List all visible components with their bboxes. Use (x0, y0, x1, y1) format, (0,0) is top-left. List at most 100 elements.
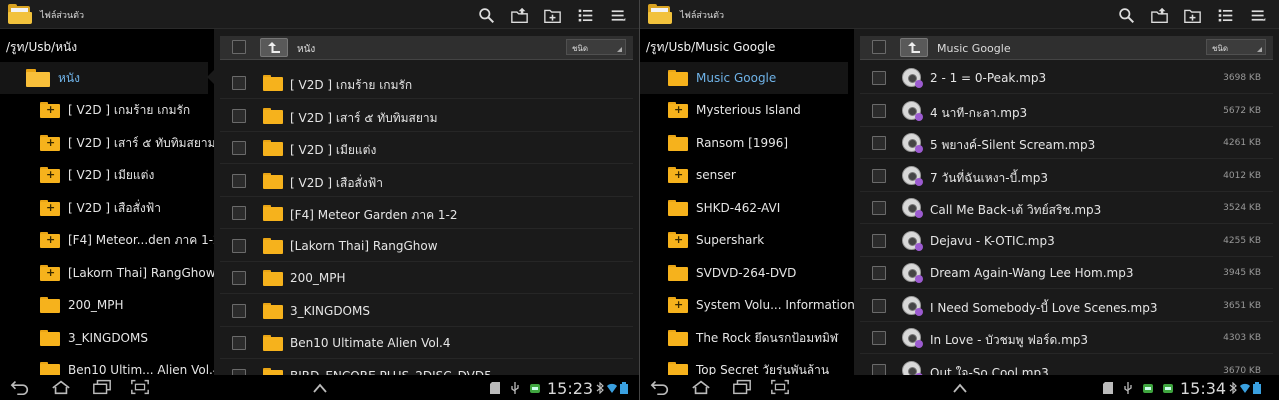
list-item[interactable]: Dejavu - K-OTIC.mp3 4255 KB (860, 225, 1273, 257)
list-item[interactable]: 3_KINGDOMS (220, 295, 633, 327)
list-item[interactable]: I Need Somebody-บี้ Love Scenes.mp3 3651… (860, 290, 1273, 322)
list-item[interactable]: 4 นาที-กะลา.mp3 5672 KB (860, 95, 1273, 127)
sd-card-icon (485, 380, 505, 396)
tree-item[interactable]: + [ V2D ] เกมร้าย เกมรัก (0, 94, 208, 126)
row-checkbox[interactable] (232, 239, 246, 253)
tree-item[interactable]: 3_KINGDOMS (0, 322, 208, 354)
folder-icon (668, 265, 688, 281)
list-item[interactable]: Call Me Back-เต้ วิทย์สริช.mp3 3524 KB (860, 192, 1273, 224)
list-view-icon[interactable] (569, 4, 602, 26)
home-icon[interactable] (687, 378, 715, 396)
list-item[interactable]: [ V2D ] เมียแต่ง (220, 132, 633, 164)
row-checkbox[interactable] (232, 76, 246, 90)
row-checkbox[interactable] (872, 169, 886, 183)
list-view-icon[interactable] (1209, 4, 1242, 26)
tree-item-label: 200_MPH (68, 298, 124, 312)
sort-dropdown[interactable]: ชนิด (566, 39, 626, 55)
row-checkbox[interactable] (872, 234, 886, 248)
tree-item[interactable]: + [ V2D ] เมียแต่ง (0, 159, 208, 191)
current-folder-name: หนัง (297, 44, 316, 55)
menu-icon[interactable] (1242, 4, 1275, 26)
tree-item[interactable]: Ransom [1996] (640, 127, 848, 159)
tree-item[interactable]: + Supershark (640, 224, 848, 256)
row-checkbox[interactable] (872, 71, 886, 85)
list-item[interactable]: [ V2D ] เสือสั่งฟ้า (220, 165, 633, 197)
tree-item[interactable]: The Rock ยึดนรกป้อมทมิฬ (640, 322, 848, 354)
row-checkbox[interactable] (872, 266, 886, 280)
list-item[interactable]: [ V2D ] เสาร์ ๕ ทับทิมสยาม (220, 100, 633, 132)
folder-plus-icon: + (40, 102, 60, 118)
sort-label: ชนิด (1212, 44, 1229, 53)
list-item[interactable]: 7 วันที่ฉันเหงา-บี้.mp3 4012 KB (860, 160, 1273, 192)
upload-to-folder-icon[interactable] (503, 4, 536, 26)
file-manager-app-icon[interactable] (8, 4, 32, 24)
list-item[interactable]: 5 พยางค์-Silent Scream.mp3 4261 KB (860, 127, 1273, 159)
tree-item[interactable]: SHKD-462-AVI (640, 192, 848, 224)
back-icon[interactable] (6, 378, 34, 396)
back-icon[interactable] (646, 378, 674, 396)
row-checkbox[interactable] (872, 136, 886, 150)
row-checkbox[interactable] (232, 141, 246, 155)
up-folder-button[interactable] (260, 38, 288, 57)
screenshot-icon[interactable] (766, 378, 794, 396)
select-all-checkbox[interactable] (872, 40, 886, 54)
tree-item[interactable]: + senser (640, 159, 848, 191)
file-list-panel: หนัง ชนิด [ V2D ] เกมร้าย เกมรัก [ V2D ]… (214, 29, 639, 392)
row-checkbox[interactable] (232, 271, 246, 285)
row-checkbox[interactable] (872, 299, 886, 313)
upload-to-folder-icon[interactable] (1143, 4, 1176, 26)
tree-item-label: [ V2D ] เสาร์ ๕ ทับทิมสยาม (68, 135, 216, 150)
file-manager-app-icon[interactable] (648, 4, 672, 24)
bluetooth-icon (595, 382, 605, 394)
tree-item[interactable]: + System Volu... Information (640, 289, 855, 321)
folder-icon (668, 135, 688, 151)
arrow-up-icon (268, 42, 280, 53)
tree-item[interactable]: 200_MPH (0, 289, 208, 321)
sort-dropdown[interactable]: ชนิด (1206, 39, 1266, 55)
chevron-up-icon[interactable] (952, 379, 968, 398)
bluetooth-icon (1228, 382, 1238, 394)
screen-left: ไฟล์ส่วนตัว /รูท/Usb/หนัง หนัง + [ V2D ]… (0, 0, 639, 400)
list-item[interactable]: 2 - 1 = 0-Peak.mp3 3698 KB (860, 62, 1273, 94)
new-folder-icon[interactable] (536, 4, 569, 26)
audio-file-icon (902, 263, 923, 283)
tree-item[interactable]: + [Lakorn Thai] RangGhow (0, 257, 216, 289)
tree-item-selected[interactable]: หนัง (0, 62, 208, 94)
tree-item[interactable]: + [ V2D ] เสาร์ ๕ ทับทิมสยาม (0, 127, 216, 159)
home-icon[interactable] (47, 378, 75, 396)
row-checkbox[interactable] (872, 201, 886, 215)
search-icon[interactable] (470, 4, 503, 26)
up-folder-button[interactable] (900, 38, 928, 57)
row-checkbox[interactable] (232, 336, 246, 350)
list-item[interactable]: [Lakorn Thai] RangGhow (220, 230, 633, 262)
row-checkbox[interactable] (232, 174, 246, 188)
tree-item[interactable]: + [ V2D ] เสือสั่งฟ้า (0, 192, 208, 224)
row-checkbox[interactable] (232, 304, 246, 318)
recent-apps-icon[interactable] (728, 378, 756, 396)
recent-apps-icon[interactable] (88, 378, 116, 396)
tree-item-label: The Rock ยึดนรกป้อมทมิฬ (696, 330, 839, 345)
tree-item[interactable]: SVDVD-264-DVD (640, 257, 848, 289)
search-icon[interactable] (1110, 4, 1143, 26)
row-checkbox[interactable] (232, 109, 246, 123)
list-item[interactable]: Ben10 Ultimate Alien Vol.4 (220, 327, 633, 359)
list-item[interactable]: [F4] Meteor Garden ภาค 1-2 (220, 197, 633, 229)
chevron-up-icon[interactable] (312, 379, 328, 398)
list-item[interactable]: In Love - บัวชมพู ฟอร์ด.mp3 4303 KB (860, 322, 1273, 354)
tree-item[interactable]: + Mysterious Island (640, 94, 848, 126)
tree-item[interactable]: + [F4] Meteor...den ภาค 1-2 (0, 224, 221, 256)
list-item[interactable]: [ V2D ] เกมร้าย เกมรัก (220, 67, 633, 99)
screenshot-icon[interactable] (126, 378, 154, 396)
list-header: Music Google ชนิด (860, 36, 1273, 60)
row-checkbox[interactable] (232, 206, 246, 220)
select-all-checkbox[interactable] (232, 40, 246, 54)
sd-card-icon (1098, 380, 1118, 396)
row-checkbox[interactable] (872, 104, 886, 118)
list-item[interactable]: Dream Again-Wang Lee Hom.mp3 3945 KB (860, 257, 1273, 289)
item-name: 7 วันที่ฉันเหงา-บี้.mp3 (930, 171, 1048, 185)
tree-item-selected[interactable]: Music Google (640, 62, 848, 94)
menu-icon[interactable] (602, 4, 635, 26)
new-folder-icon[interactable] (1176, 4, 1209, 26)
row-checkbox[interactable] (872, 331, 886, 345)
list-item[interactable]: 200_MPH (220, 262, 633, 294)
